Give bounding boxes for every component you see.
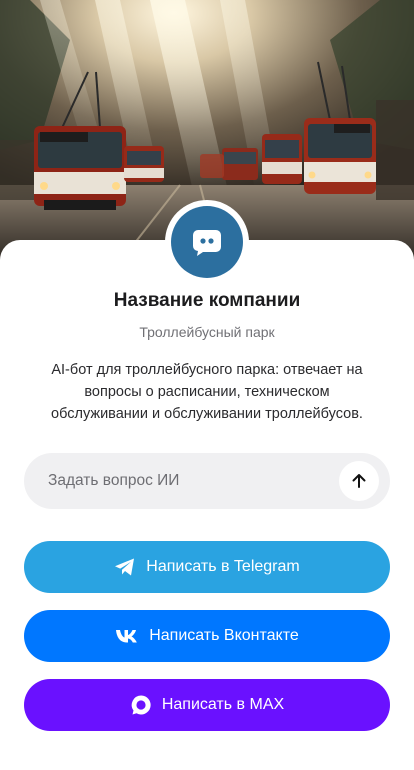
arrow-up-icon — [352, 474, 366, 488]
send-button[interactable] — [339, 461, 379, 501]
company-name: Название компании — [113, 290, 301, 311]
page: Название компании Троллейбусный парк AI-… — [0, 0, 414, 770]
telegram-icon — [114, 557, 136, 577]
telegram-button-label: Написать в Telegram — [146, 558, 300, 575]
company-description: AI-бот для троллейбусного парка: отвечае… — [51, 362, 363, 422]
telegram-button[interactable]: Написать в Telegram — [24, 541, 390, 593]
avatar-circle — [171, 206, 243, 278]
max-icon — [130, 694, 152, 716]
vk-icon — [115, 628, 139, 644]
ask-ai-field — [24, 453, 390, 509]
trolleybus-right-2 — [262, 134, 302, 184]
avatar — [165, 200, 249, 284]
trolleybus-left-2 — [124, 146, 164, 182]
ask-ai-input[interactable] — [24, 453, 334, 509]
chat-bubble-icon — [193, 230, 221, 256]
max-button-label: Написать в MAX — [161, 696, 285, 713]
vk-button[interactable]: Написать Вконтакте — [24, 610, 390, 662]
company-category: Троллейбусный парк — [139, 324, 275, 340]
max-button[interactable]: Написать в MAX — [24, 679, 390, 731]
vk-button-label: Написать Вконтакте — [149, 627, 299, 644]
